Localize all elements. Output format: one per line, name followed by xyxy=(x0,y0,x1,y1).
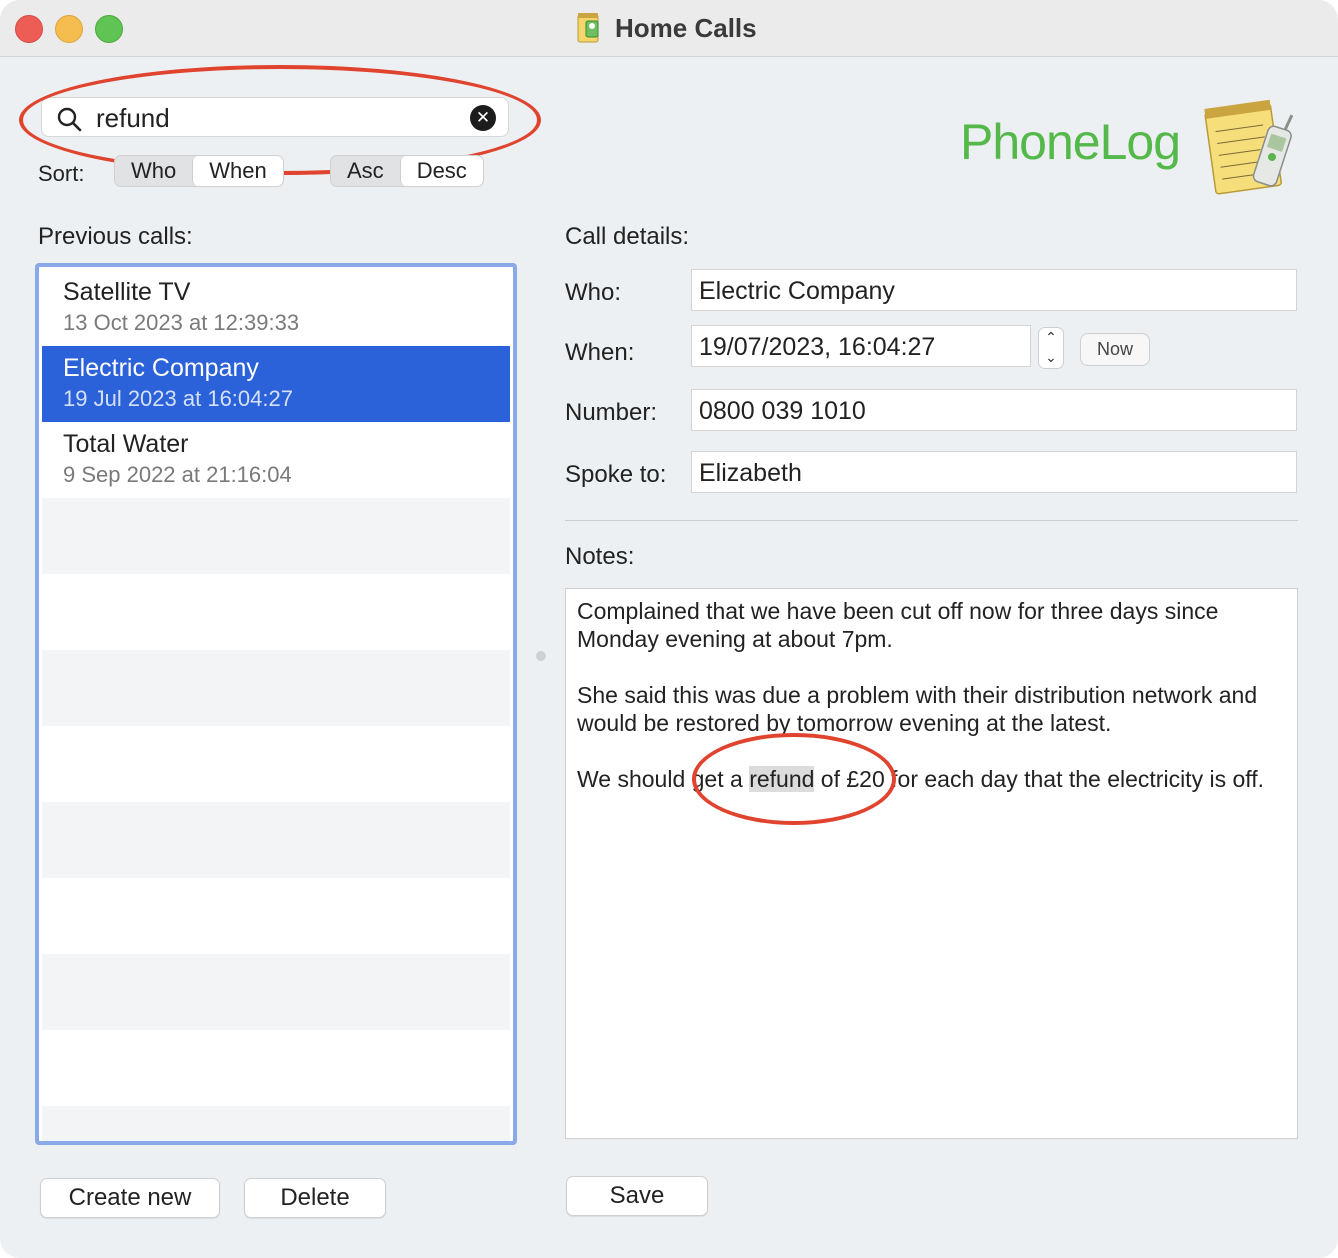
call-list-item-date: 13 Oct 2023 at 12:39:33 xyxy=(63,310,300,335)
app-window: Home Calls ✕ Sort: Who When Asc Desc Pho… xyxy=(0,0,1338,1258)
window-title: Home Calls xyxy=(615,12,757,43)
previous-calls-list[interactable]: Satellite TV 13 Oct 2023 at 12:39:33 Ele… xyxy=(35,263,517,1145)
notes-paragraph: She said this was due a problem with the… xyxy=(577,682,1258,736)
clear-search-icon[interactable]: ✕ xyxy=(470,105,496,131)
call-list-item-date: 9 Sep 2022 at 21:16:04 xyxy=(63,462,292,487)
empty-list-row xyxy=(42,802,510,878)
call-list-item-electric-company[interactable]: Electric Company 19 Jul 2023 at 16:04:27 xyxy=(42,346,510,422)
number-label: Number: xyxy=(565,399,658,426)
search-match-highlight: refund xyxy=(749,766,815,792)
zoom-window-button[interactable] xyxy=(95,15,123,43)
phonelog-app-icon xyxy=(577,13,599,43)
search-icon xyxy=(57,107,82,132)
empty-list-row xyxy=(42,498,510,574)
empty-list-row xyxy=(42,574,510,650)
previous-calls-heading: Previous calls: xyxy=(38,223,193,250)
delete-button[interactable]: Delete xyxy=(244,1178,386,1218)
notes-paragraph: We should get a refund of £20 for each d… xyxy=(577,765,1286,793)
create-new-button[interactable]: Create new xyxy=(40,1178,220,1218)
when-label: When: xyxy=(565,339,635,366)
now-button[interactable]: Now xyxy=(1080,333,1150,366)
notes-label: Notes: xyxy=(565,543,635,570)
call-list-item-title: Total Water xyxy=(63,430,189,458)
call-list-item-title: Satellite TV xyxy=(63,278,191,306)
split-view-divider-handle[interactable] xyxy=(536,651,546,661)
notes-text: We should get a xyxy=(577,766,750,792)
sort-asc-option[interactable]: Asc xyxy=(331,156,400,186)
minimize-window-button[interactable] xyxy=(55,15,83,43)
when-date-field[interactable]: 19/07/2023, 16:04:27 xyxy=(691,325,1031,367)
notes-paragraph: Complained that we have been cut off now… xyxy=(577,598,1219,652)
empty-list-row xyxy=(42,1106,510,1141)
search-input[interactable] xyxy=(96,102,456,134)
main-content: ✕ Sort: Who When Asc Desc PhoneLog xyxy=(0,57,1338,1258)
empty-list-row xyxy=(42,954,510,1030)
spoke-to-field[interactable]: Elizabeth xyxy=(691,451,1297,493)
notepad-phone-icon xyxy=(1204,99,1294,195)
notes-text: of £20 for each day that the electricity… xyxy=(814,766,1265,792)
save-button[interactable]: Save xyxy=(566,1176,708,1216)
sort-label: Sort: xyxy=(38,161,85,186)
sort-when-option[interactable]: When xyxy=(192,156,283,186)
date-stepper[interactable]: ⌃ ⌄ xyxy=(1038,327,1064,369)
empty-list-row xyxy=(42,878,510,954)
empty-list-row xyxy=(42,1030,510,1106)
stepper-up-icon[interactable]: ⌃ xyxy=(1039,328,1063,348)
call-list-item-date: 19 Jul 2023 at 16:04:27 xyxy=(63,386,293,411)
sort-who-option[interactable]: Who xyxy=(115,156,192,186)
number-field[interactable]: 0800 039 1010 xyxy=(691,389,1297,431)
spoke-to-label: Spoke to: xyxy=(565,461,667,488)
sort-order-segmented-control[interactable]: Asc Desc xyxy=(330,155,484,187)
notes-text-area[interactable]: Complained that we have been cut off now… xyxy=(565,588,1298,1139)
sort-desc-option[interactable]: Desc xyxy=(399,156,483,186)
section-divider xyxy=(565,520,1298,521)
title-bar: Home Calls xyxy=(0,0,1338,57)
call-details-heading: Call details: xyxy=(565,223,690,250)
call-list-item-satellite-tv[interactable]: Satellite TV 13 Oct 2023 at 12:39:33 xyxy=(42,270,510,346)
sort-field-segmented-control[interactable]: Who When xyxy=(114,155,284,187)
call-list-item-total-water[interactable]: Total Water 9 Sep 2022 at 21:16:04 xyxy=(42,422,510,498)
phonelog-logo-text: PhoneLog xyxy=(960,114,1181,170)
stepper-down-icon[interactable]: ⌄ xyxy=(1039,348,1063,368)
call-list-item-title: Electric Company xyxy=(63,354,259,382)
empty-list-row xyxy=(42,650,510,726)
window-title-group: Home Calls xyxy=(577,10,757,46)
empty-list-row xyxy=(42,726,510,802)
who-label: Who: xyxy=(565,279,622,306)
close-window-button[interactable] xyxy=(15,15,43,43)
search-field[interactable]: ✕ xyxy=(41,97,509,137)
who-field[interactable]: Electric Company xyxy=(691,269,1297,311)
